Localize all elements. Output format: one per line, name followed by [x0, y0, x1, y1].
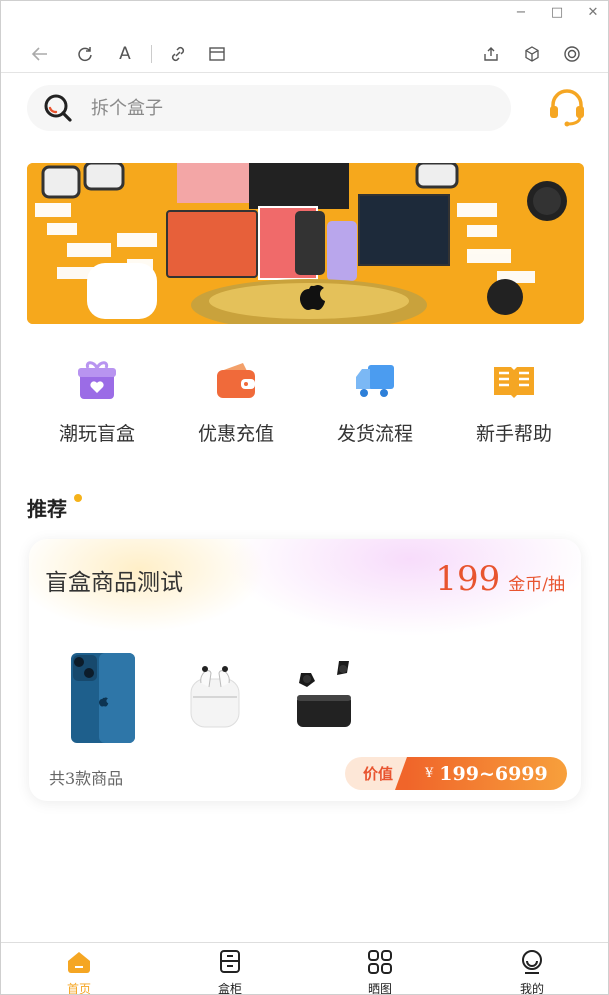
category-blind-box[interactable]: 潮玩盲盒	[27, 357, 167, 446]
wallet-icon	[217, 363, 255, 398]
share-icon[interactable]	[480, 43, 502, 65]
category-help[interactable]: 新手帮助	[444, 357, 584, 446]
cabinet-icon	[220, 950, 240, 973]
minimize-icon[interactable]: −	[514, 5, 528, 21]
wireless-earbuds-image	[297, 661, 351, 727]
truck-icon	[356, 365, 394, 397]
tab-label: 盒柜	[217, 982, 242, 995]
browser-toolbar: A	[1, 37, 608, 73]
book-icon	[494, 367, 534, 398]
value-badge: 价值 ¥ 199~6999	[345, 757, 567, 790]
tab-label: 我的	[519, 982, 544, 995]
grid-icon	[368, 950, 392, 974]
home-icon	[68, 952, 90, 973]
tab-home[interactable]: 首页	[39, 949, 119, 995]
value-range: 199~6999	[439, 762, 548, 785]
font-size-icon[interactable]: A	[114, 43, 136, 65]
tab-cabinet[interactable]: 盒柜	[190, 949, 270, 995]
reload-icon[interactable]	[74, 43, 96, 65]
price-value: 199	[435, 559, 501, 599]
window-icon[interactable]	[206, 43, 228, 65]
category-label: 潮玩盲盒	[58, 423, 135, 445]
back-icon[interactable]	[29, 43, 51, 65]
category-label: 优惠充值	[197, 423, 274, 445]
search-input[interactable]	[91, 85, 491, 131]
tab-profile[interactable]: 我的	[492, 949, 572, 995]
title-dot	[74, 494, 82, 502]
tab-label: 晒图	[367, 982, 392, 995]
link-icon[interactable]	[167, 43, 189, 65]
price-unit: 金币/抽	[508, 575, 565, 595]
category-label: 发货流程	[336, 423, 413, 445]
app-frame: − □ ✕ A 拆个盒子 潮玩盲盒 优惠充值 发货流程 新手帮助 推荐 盲盒商品…	[0, 0, 609, 995]
price: 199 金币/抽	[435, 559, 565, 599]
profile-icon	[522, 950, 542, 974]
bottom-tab-bar: 首页 盒柜 晒图 我的	[1, 942, 608, 994]
window-controls: − □ ✕	[514, 5, 600, 21]
close-icon[interactable]: ✕	[586, 5, 600, 21]
headset-icon[interactable]	[547, 87, 587, 127]
category-label: 新手帮助	[475, 423, 552, 445]
tab-label: 首页	[66, 982, 91, 995]
product-title: 盲盒商品测试	[45, 570, 183, 596]
target-icon[interactable]	[561, 43, 583, 65]
tab-gallery[interactable]: 晒图	[340, 949, 420, 995]
currency-symbol: ¥	[425, 766, 434, 781]
gift-box-icon	[78, 361, 116, 399]
banner-artwork	[27, 163, 584, 324]
cube-icon[interactable]	[521, 43, 543, 65]
search-icon	[44, 94, 72, 122]
phone-image	[71, 653, 135, 743]
toolbar-divider	[151, 45, 152, 63]
value-range-box: ¥ 199~6999	[395, 757, 567, 790]
category-shipping[interactable]: 发货流程	[305, 357, 445, 446]
item-count: 共3款商品	[49, 769, 124, 788]
blind-box-card[interactable]: 盲盒商品测试 199 金币/抽 共3款商品 价值 ¥ 199~6999	[29, 539, 581, 801]
earbuds-case-image	[190, 666, 240, 728]
search-bar[interactable]	[27, 85, 511, 131]
promo-banner[interactable]	[27, 163, 584, 324]
section-title: 推荐	[27, 497, 67, 521]
category-recharge[interactable]: 优惠充值	[166, 357, 306, 446]
maximize-icon[interactable]: □	[550, 5, 564, 21]
